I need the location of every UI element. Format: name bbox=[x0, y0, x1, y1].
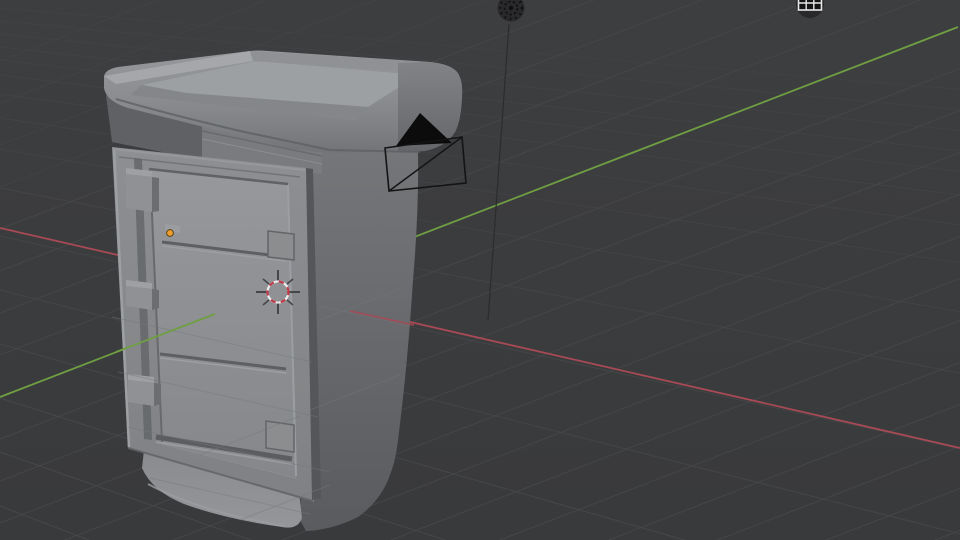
hinge-side-face bbox=[154, 383, 161, 406]
viewport-canvas[interactable] bbox=[0, 0, 960, 540]
point-light-center-icon bbox=[509, 6, 513, 10]
hinge-side-face bbox=[152, 177, 159, 212]
panel-notch-bottom bbox=[266, 421, 294, 452]
hinge-side-face bbox=[152, 289, 159, 310]
blender-viewport[interactable] bbox=[0, 0, 960, 540]
hinge-front-face bbox=[128, 380, 154, 406]
panel-grid-icon bbox=[799, 0, 822, 10]
hinge-front-face bbox=[126, 174, 152, 212]
panel-notch-top bbox=[268, 231, 294, 260]
hinge-front-face bbox=[126, 286, 152, 310]
object-origin-dot[interactable] bbox=[167, 230, 174, 237]
